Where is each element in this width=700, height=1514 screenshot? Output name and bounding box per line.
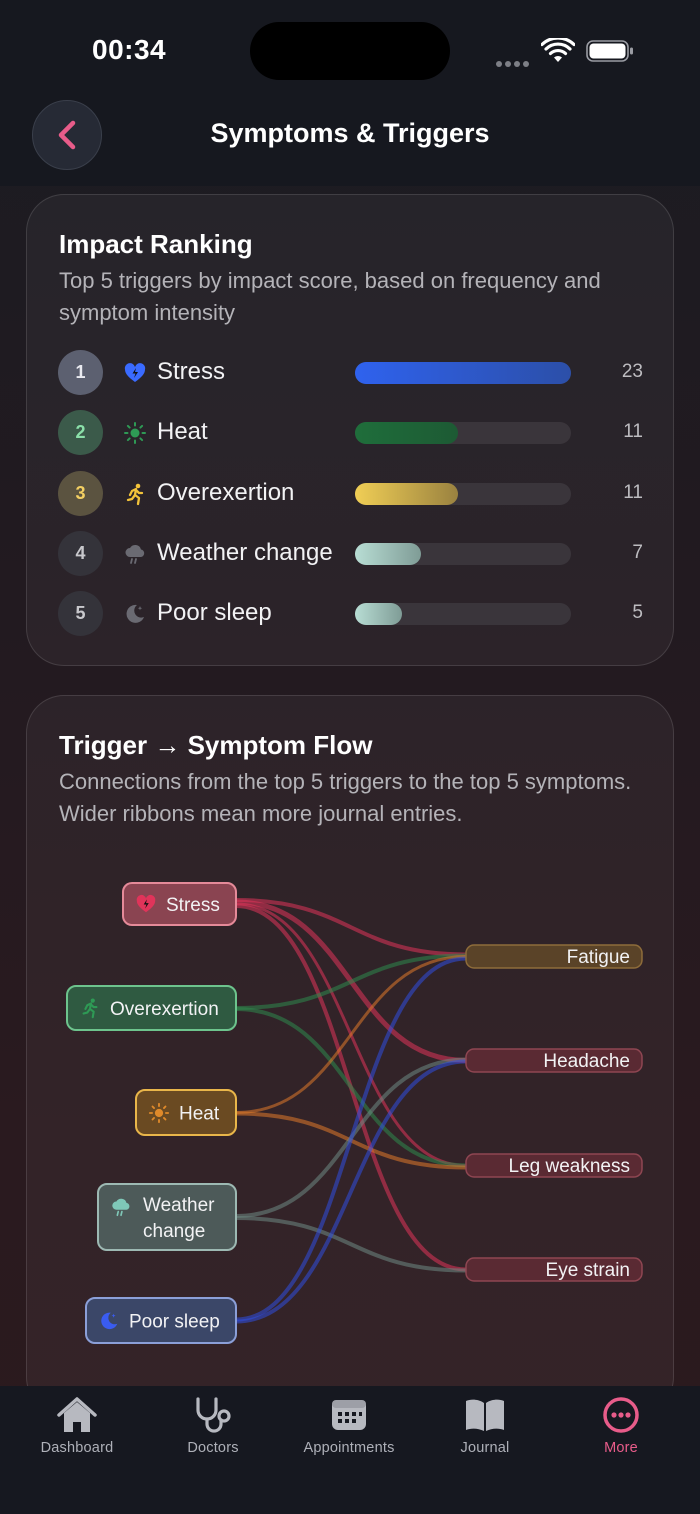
tab-bar: Dashboard Doctors Appointments Journal M… [0,1386,700,1514]
sun-icon [123,421,147,445]
ranking-row: 5 Poor sleep 5 [27,589,675,639]
tab-label: More [604,1440,638,1456]
flow-ribbons [235,898,467,1324]
flow-ribbon [235,1216,467,1273]
trigger-label: Weather [143,1195,215,1216]
cloud-rain-icon [110,1196,132,1218]
trigger-label: Heat [179,1104,220,1125]
rank-badge: 2 [58,410,103,456]
ranking-label: Heat [157,418,208,446]
trigger-label: Poor sleep [129,1312,220,1333]
trigger-node[interactable]: Poor sleep [85,1297,237,1344]
impact-bar-track [355,482,571,505]
symptom-label: Leg weakness [509,1156,630,1177]
trigger-node[interactable]: Stress [122,882,237,926]
symptom-node[interactable]: Eye strain [465,1257,643,1282]
tab-label: Appointments [303,1440,395,1456]
more-icon [603,1397,639,1433]
runner-icon [123,482,147,506]
house-icon [57,1397,97,1432]
symptom-label: Fatigue [567,947,630,968]
trigger-label: Overexertion [110,999,219,1020]
impact-score: 23 [621,361,643,382]
ranking-row: 4 Weather change 7 [27,529,675,579]
status-bar: 00:34 [0,0,700,96]
trigger-label: Stress [166,895,220,916]
impact-score: 11 [623,421,643,443]
symptom-node[interactable]: Fatigue [465,944,643,969]
trigger-symptom-flow-card: Trigger → Symptom Flow Connections from … [26,695,674,1415]
impact-score: 5 [632,602,643,624]
impact-bar-fill [355,362,571,384]
book-icon [466,1399,504,1431]
stethoscope-icon [196,1397,231,1433]
ranking-label: Poor sleep [157,599,272,627]
page-title: Symptoms & Triggers [210,118,490,148]
rank-badge: 1 [58,350,103,395]
tab-more[interactable]: More [553,1396,689,1456]
ranking-label: Weather change [157,538,333,566]
flow-ribbon [235,1059,467,1324]
heart-bolt-icon [135,893,157,915]
impact-ranking-card: Impact Ranking Top 5 triggers by impact … [26,194,674,666]
moon-icon [98,1310,120,1332]
wifi-icon [541,38,575,62]
impact-bar-fill [355,422,458,445]
impact-bar-track [355,542,571,565]
dynamic-island [250,22,450,80]
tab-label: Dashboard [40,1440,114,1456]
impact-bar-track [355,362,571,384]
heart-bolt-icon [123,361,147,385]
signal-icon [496,54,534,67]
ranking-row: 3 Overexertion 11 [27,469,675,519]
sun-icon [148,1102,170,1124]
tab-journal[interactable]: Journal [417,1396,553,1456]
trigger-label: change [143,1221,205,1242]
symptom-node[interactable]: Headache [465,1048,643,1073]
trigger-node[interactable]: Overexertion [66,985,237,1031]
sankey-diagram: Stress Overexertion Heat Weather change Poor … [66,882,643,1344]
tab-dashboard[interactable]: Dashboard [9,1396,145,1456]
tab-appointments[interactable]: Appointments [281,1396,417,1456]
trigger-node[interactable]: Heat [135,1089,237,1136]
calendar-icon [332,1400,366,1430]
status-time: 00:34 [92,34,167,65]
impact-bar-fill [355,542,421,565]
runner-icon [79,997,101,1019]
battery-icon [586,40,633,62]
ranking-label: Overexertion [157,478,295,506]
impact-ranking-subtitle: Top 5 triggers by impact score, based on… [59,268,601,325]
moon-icon [123,602,147,626]
symptom-label: Eye strain [546,1260,630,1281]
nav-header: Symptoms & Triggers [0,96,700,186]
impact-bar-fill [355,603,402,626]
rank-badge: 5 [58,591,103,637]
impact-score: 11 [623,481,643,503]
rank-badge: 4 [58,530,103,576]
ranking-row: 2 Heat 11 [27,408,675,458]
ranking-row: 1 Stress 23 [27,348,675,398]
tab-label: Doctors [187,1440,239,1456]
impact-bar-track [355,422,571,445]
ranking-label: Stress [157,358,226,385]
impact-bar-track [355,603,571,626]
impact-score: 7 [632,541,643,563]
rank-badge: 3 [58,470,103,516]
tab-label: Journal [460,1440,510,1456]
cloud-rain-icon [123,542,147,566]
impact-ranking-title: Impact Ranking [59,229,253,259]
trigger-node[interactable]: Weather change [97,1183,237,1251]
tab-doctors[interactable]: Doctors [145,1396,281,1456]
symptom-node[interactable]: Leg weakness [465,1153,643,1178]
symptom-label: Headache [543,1051,630,1072]
impact-bar-fill [355,482,458,505]
